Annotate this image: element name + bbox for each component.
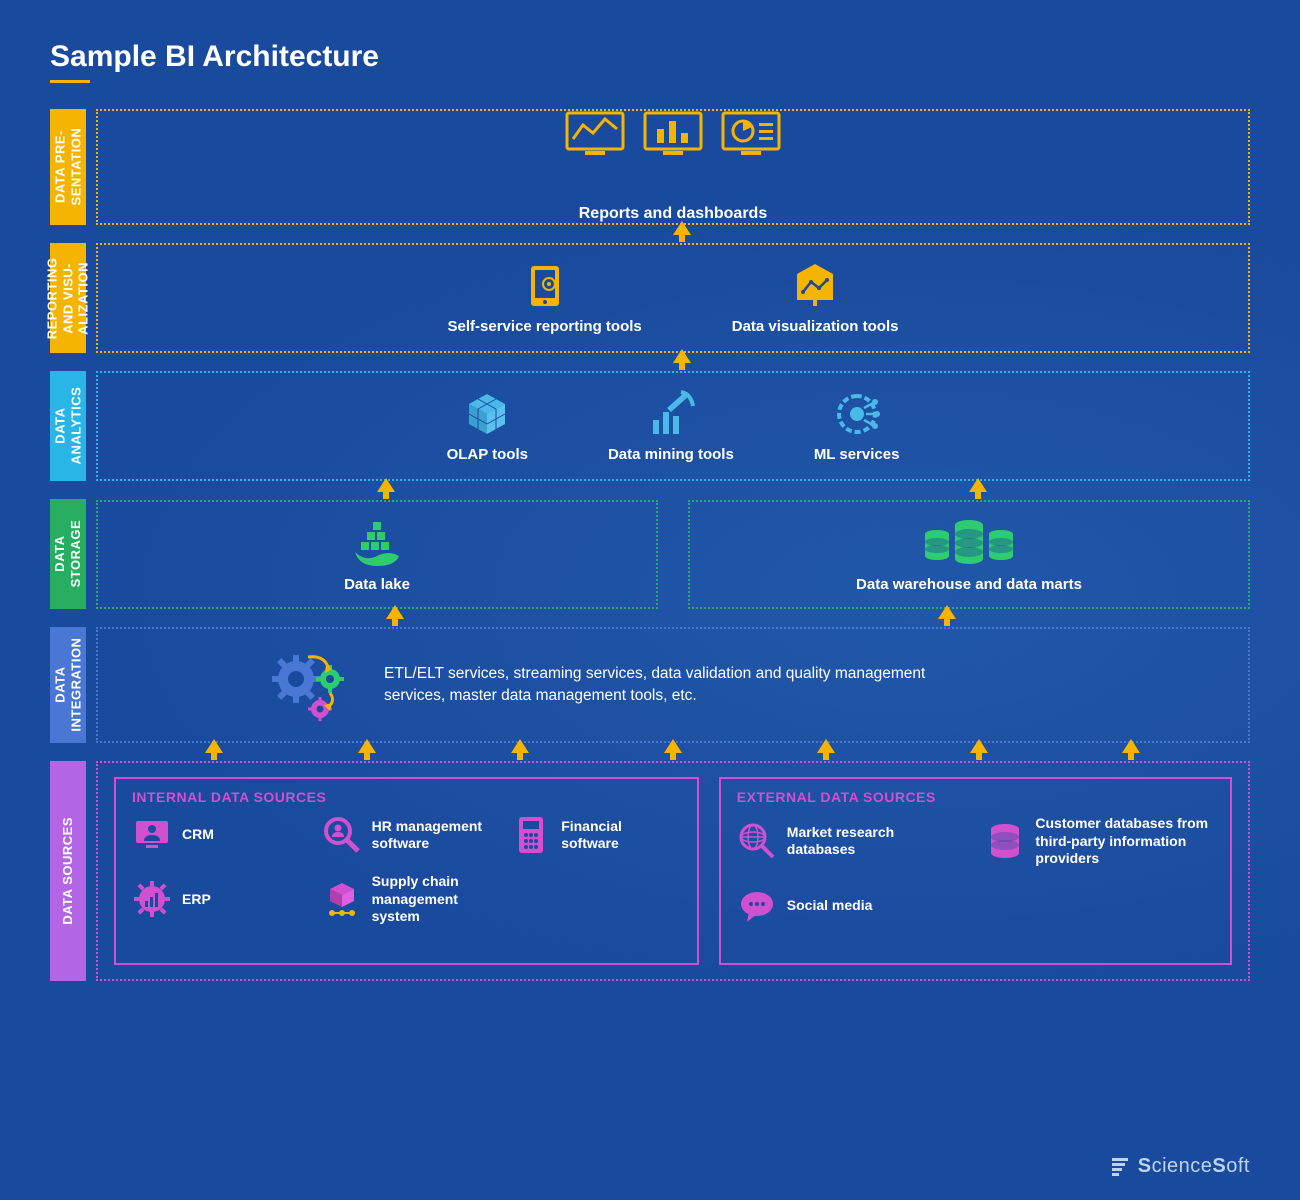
item-data-mining: Data mining tools	[608, 390, 734, 463]
layer-label-reporting: REPORTINGAND VISU-ALIZATION	[50, 243, 86, 353]
tablet-touch-icon	[521, 262, 569, 310]
database-cluster-icon	[919, 516, 1019, 568]
sciencesoft-logo: ScienceSoft	[1108, 1154, 1250, 1178]
crm-monitor-icon	[132, 815, 172, 855]
arrow-up-icon	[377, 478, 395, 492]
layer-label-text: DATA SOURCES	[60, 817, 76, 925]
source-label: Market research databases	[787, 824, 966, 859]
item-label: Data mining tools	[608, 446, 734, 463]
layer-integration: DATAINTEGRATION ETL/ELT services, stream…	[50, 627, 1250, 743]
pickaxe-chart-icon	[647, 390, 695, 438]
dashboard-icons	[565, 111, 781, 159]
arrows-sources-to-integration	[98, 739, 1248, 753]
source-label: Supply chain management system	[372, 873, 492, 926]
source-social-media: Social media	[737, 886, 966, 926]
item-data-visualization: Data visualization tools	[732, 262, 899, 335]
storage-data-warehouse: Data warehouse and data marts	[688, 500, 1250, 609]
item-label: Data warehouse and data marts	[856, 576, 1082, 593]
external-sources-box: EXTERNAL DATA SOURCES Market research da…	[719, 777, 1232, 965]
layer-label-sources: DATA SOURCES	[50, 761, 86, 981]
erp-gear-icon	[132, 879, 172, 919]
layer-body-sources: INTERNAL DATA SOURCES CRM HR management …	[96, 761, 1250, 981]
storage-data-lake: Data lake	[96, 500, 658, 609]
integration-text: ETL/ELT services, streaming services, da…	[384, 663, 944, 708]
item-label: Data visualization tools	[732, 318, 899, 335]
arrow-up-icon	[970, 739, 988, 753]
item-label: Self-service reporting tools	[448, 318, 642, 335]
source-erp: ERP	[132, 873, 302, 926]
source-label: Financial software	[561, 818, 681, 853]
source-crm: CRM	[132, 815, 302, 855]
item-data-warehouse: Data warehouse and data marts	[856, 516, 1082, 593]
arrow-up-icon	[673, 349, 691, 363]
layer-label-text: DATA PRE-SENTATION	[52, 128, 83, 206]
layer-label-storage: DATASTORAGE	[50, 499, 86, 609]
external-sources-title: EXTERNAL DATA SOURCES	[737, 789, 1214, 805]
arrow-up-icon	[817, 739, 835, 753]
source-label: CRM	[182, 826, 214, 844]
title-underline	[50, 80, 90, 83]
layer-label-text: DATAANALYTICS	[52, 387, 83, 465]
internal-sources-box: INTERNAL DATA SOURCES CRM HR management …	[114, 777, 699, 965]
layer-label-text: DATAINTEGRATION	[52, 638, 83, 732]
data-lake-icon	[347, 516, 407, 568]
item-label: ML services	[814, 446, 900, 463]
calculator-icon	[511, 815, 551, 855]
source-label: Social media	[787, 897, 873, 915]
monitor-pie-chart-icon	[721, 111, 781, 159]
item-label: OLAP tools	[447, 446, 528, 463]
internal-sources-title: INTERNAL DATA SOURCES	[132, 789, 681, 805]
page-title: Sample BI Architecture	[50, 40, 1250, 74]
source-label: HR management software	[372, 818, 492, 853]
arrow-up-icon	[511, 739, 529, 753]
layer-storage: DATASTORAGE Data lake	[50, 499, 1250, 609]
ai-gear-icon	[833, 390, 881, 438]
item-ml-services: ML services	[814, 390, 900, 463]
item-self-service-reporting: Self-service reporting tools	[448, 262, 642, 335]
hr-magnifier-icon	[322, 815, 362, 855]
item-label: Data lake	[344, 576, 410, 593]
source-label: ERP	[182, 891, 211, 909]
layer-label-integration: DATAINTEGRATION	[50, 627, 86, 743]
layer-label-text: DATASTORAGE	[52, 520, 83, 588]
layer-sources: DATA SOURCES INTERNAL DATA SOURCES CRM	[50, 761, 1250, 981]
arrow-up-icon	[358, 739, 376, 753]
source-financial: Financial software	[511, 815, 681, 855]
arrow-up-icon	[938, 605, 956, 619]
layer-label-analytics: DATAANALYTICS	[50, 371, 86, 481]
presentation-chart-icon	[791, 262, 839, 310]
layer-body-storage: Data lake Data warehouse and data marts	[96, 499, 1250, 609]
source-hr: HR management software	[322, 815, 492, 855]
database-icon	[985, 821, 1025, 861]
source-customer-db: Customer databases from third-party info…	[985, 815, 1214, 868]
arrow-up-icon	[969, 478, 987, 492]
source-label: Customer databases from third-party info…	[1035, 815, 1214, 868]
gears-icon	[268, 645, 358, 725]
layer-presentation: DATA PRE-SENTATION Reports and dashboard…	[50, 109, 1250, 225]
arrow-up-icon	[205, 739, 223, 753]
logo-icon	[1108, 1154, 1132, 1178]
item-olap: OLAP tools	[447, 390, 528, 463]
layer-body-presentation: Reports and dashboards	[96, 109, 1250, 225]
arrow-up-icon	[386, 605, 404, 619]
layer-body-reporting: Self-service reporting tools Data visual…	[96, 243, 1250, 353]
source-supply-chain: Supply chain management system	[322, 873, 492, 926]
layer-body-analytics: OLAP tools Data mining tools ML services	[96, 371, 1250, 481]
layer-reporting: REPORTINGAND VISU-ALIZATION Self-service…	[50, 243, 1250, 353]
layer-body-integration: ETL/ELT services, streaming services, da…	[96, 627, 1250, 743]
item-data-lake: Data lake	[344, 516, 410, 593]
globe-magnifier-icon	[737, 821, 777, 861]
arrow-up-icon	[664, 739, 682, 753]
chat-bubble-icon	[737, 886, 777, 926]
cube-icon	[463, 390, 511, 438]
layer-analytics: DATAANALYTICS OLAP tools Data mining too…	[50, 371, 1250, 481]
monitor-line-chart-icon	[565, 111, 625, 159]
supply-chain-icon	[322, 879, 362, 919]
arrow-up-icon	[1122, 739, 1140, 753]
arrow-up-icon	[673, 221, 691, 235]
layer-label-presentation: DATA PRE-SENTATION	[50, 109, 86, 225]
monitor-bar-chart-icon	[643, 111, 703, 159]
layer-label-text: REPORTINGAND VISU-ALIZATION	[45, 257, 92, 339]
source-market-research: Market research databases	[737, 815, 966, 868]
